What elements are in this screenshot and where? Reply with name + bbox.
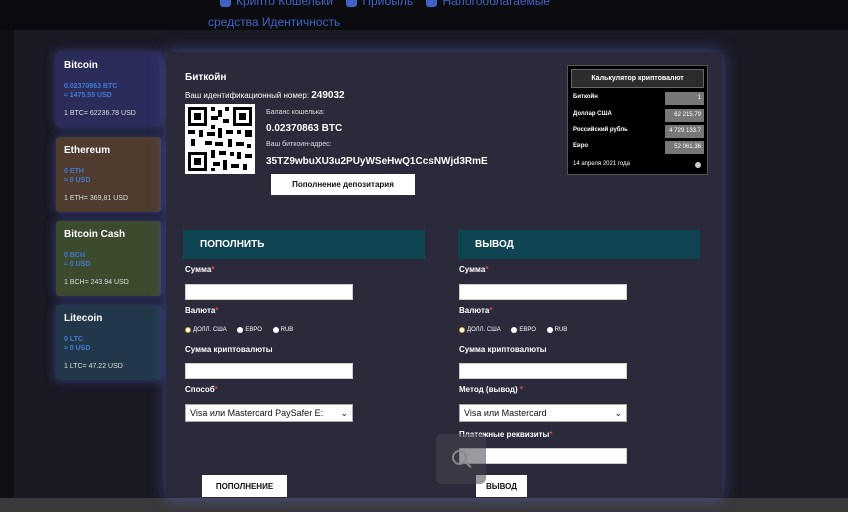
nav-identity[interactable]: Идентичность [262, 15, 340, 29]
wallet-card-litecoin[interactable]: Litecoin 0 LTC ≈ 0 USD 1 LTC= 47.22 USD [56, 305, 161, 380]
radio-eur[interactable] [237, 327, 244, 333]
qr-code [185, 104, 255, 174]
wallet-card-bitcoin-cash[interactable]: Bitcoin Cash 0 BCH ≈ 0 USD 1 BCH= 243.94 … [56, 221, 161, 296]
calculator-label: Доллар США [573, 111, 612, 117]
balance-value: 0.02370863 BTC [266, 123, 343, 134]
calculator-label: Биткойн [573, 94, 598, 100]
calculator-row-usd: Доллар США 62 215.79 [573, 109, 704, 122]
calculator-row-rub: Российский рубль 4 729 133.7 [573, 125, 704, 138]
wallet-name: Bitcoin [64, 60, 98, 71]
deposit-amount-input[interactable] [185, 284, 353, 300]
calculator-row-eur: Евро 52 061.36 [573, 141, 704, 154]
withdraw-currency-radios: ДОЛЛ. США ЕВРО RUB [459, 327, 576, 334]
calculator-date: 14 апреля 2021 года [573, 161, 630, 167]
nav-profit[interactable]: Прибыль [362, 0, 413, 8]
calculator-value[interactable]: 1 [665, 92, 704, 105]
balance-label: Баланс кошелька: [266, 109, 325, 116]
wallet-name: Bitcoin Cash [64, 229, 126, 240]
deposit-crypto-amount-label: Сумма криптовалюты [185, 345, 273, 354]
deposit-top-button[interactable]: Пополнение депозитария [271, 174, 415, 195]
chevron-down-icon: ⌄ [340, 408, 348, 418]
address-label: Ваш биткоин-адрес: [266, 141, 332, 148]
wallet-amount: 0 ETH ≈ 0 USD [64, 168, 91, 184]
radio-usd[interactable] [185, 327, 191, 333]
withdraw-method-select[interactable]: Visa или Mastercard ⌄ [459, 404, 627, 422]
wallet-rate: 1 BTC= 62236.78 USD [64, 110, 136, 117]
zoom-overlay[interactable] [436, 434, 486, 484]
withdraw-currency-label: Валюта* [459, 306, 493, 315]
chevron-down-icon: ⌄ [614, 408, 622, 418]
wallet-amount: 0 LTC ≈ 0 USD [64, 336, 91, 352]
profit-icon [346, 0, 358, 8]
calculator-value[interactable]: 62 215.79 [665, 109, 704, 122]
user-id: Ваш идентификационный номер: 249032 [185, 90, 345, 101]
bottom-bar [0, 498, 848, 512]
calculator-title: Калькулятор криптовалют [571, 69, 704, 88]
wallet-card-ethereum[interactable]: Ethereum 0 ETH ≈ 0 USD 1 ETH= 369,81 USD [56, 137, 161, 212]
deposit-heading: ПОПОЛНИТЬ [183, 230, 425, 259]
nav-taxable-continued[interactable]: средства [208, 15, 259, 29]
wallet-name: Litecoin [64, 313, 103, 324]
radio-eur[interactable] [511, 327, 518, 333]
nav-taxable[interactable]: Налогооблагаемые [442, 0, 550, 8]
deposit-method-label: Способ* [185, 385, 218, 394]
radio-rub[interactable] [546, 327, 553, 333]
wallet-rate: 1 ETH= 369,81 USD [64, 195, 129, 202]
withdraw-crypto-amount-input[interactable] [459, 363, 627, 379]
withdraw-amount-label: Сумма* [459, 265, 489, 274]
wallet-rate: 1 LTC= 47.22 USD [64, 363, 123, 370]
calculator-label: Евро [573, 143, 589, 149]
top-nav-row-2: средства Идентичность [208, 15, 340, 29]
top-nav-row-1: Крипто Кошельки Прибыль Налогооблагаемые [208, 0, 550, 8]
bitcoin-address: 35TZ9wbuXU3u2PUyWSeHwQ1CcsNWjd3RmE [266, 156, 488, 167]
wallet-amount: 0 BCH ≈ 0 USD [64, 252, 91, 268]
wallet-title: Биткойн [185, 72, 227, 83]
deposit-submit-button[interactable]: ПОПОЛНЕНИЕ [202, 475, 287, 497]
deposit-currency-label: Валюта* [185, 306, 219, 315]
calculator-row-btc: Биткойн 1 [573, 92, 704, 105]
wallet-icon [220, 0, 231, 8]
tax-icon [426, 0, 438, 8]
withdraw-crypto-amount-label: Сумма криптовалюты [459, 345, 547, 354]
withdraw-amount-input[interactable] [459, 284, 627, 300]
withdraw-method-label: Метод (вывод) * [459, 385, 524, 394]
deposit-amount-label: Сумма* [185, 265, 215, 274]
withdraw-heading: ВЫВОД [458, 230, 700, 259]
nav-crypto-wallets[interactable]: Крипто Кошельки [236, 0, 333, 8]
radio-rub[interactable] [272, 327, 279, 333]
calculator-value[interactable]: 52 061.36 [665, 141, 704, 154]
radio-usd[interactable] [459, 327, 465, 333]
wallet-amount: 0.02370863 BTC ≈ 1475.55 USD [64, 83, 118, 99]
wallet-card-bitcoin[interactable]: Bitcoin 0.02370863 BTC ≈ 1475.55 USD 1 BT… [56, 52, 161, 127]
calculator-value[interactable]: 4 729 133.7 [665, 125, 704, 138]
deposit-crypto-amount-input[interactable] [185, 363, 353, 379]
calculator-label: Российский рубль [573, 127, 628, 133]
wallet-name: Ethereum [64, 145, 111, 156]
deposit-method-select[interactable]: Visa или Mastercard PaySafer E: ⌄ [185, 404, 353, 422]
calculator-logo-icon [695, 162, 701, 168]
crypto-calculator: Калькулятор криптовалют Биткойн 1 Доллар… [567, 65, 708, 175]
wallet-rate: 1 BCH= 243.94 USD [64, 279, 129, 286]
deposit-currency-radios: ДОЛЛ. США ЕВРО RUB [185, 327, 302, 334]
